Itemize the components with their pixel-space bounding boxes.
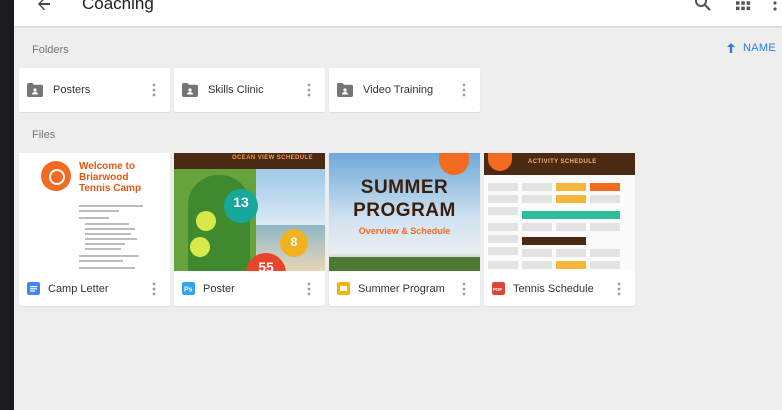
- file-name: Poster: [203, 282, 235, 295]
- arrow-up-icon: [727, 43, 735, 53]
- grid-view-icon[interactable]: [732, 0, 754, 14]
- letter-title: Welcome to Briarwood Tennis Camp: [79, 161, 142, 194]
- search-icon[interactable]: [692, 0, 714, 14]
- file-thumbnail: SUMMER PROGRAM Overview & Schedule: [329, 153, 480, 271]
- sort-by-name-button[interactable]: NAME: [726, 42, 776, 54]
- shared-folder-icon: [182, 83, 198, 97]
- app-bar: Coaching: [14, 0, 782, 26]
- folder-item[interactable]: Video Training: [329, 68, 480, 112]
- pdf-icon: PDF: [492, 282, 505, 295]
- more-vert-icon[interactable]: [768, 0, 782, 14]
- photoshop-icon: Ps: [182, 282, 195, 295]
- folder-more-icon[interactable]: [146, 82, 162, 98]
- page-title: Coaching: [82, 0, 154, 13]
- google-docs-icon: [27, 282, 40, 295]
- camp-logo: [41, 161, 71, 191]
- files-section-label: Files: [32, 129, 56, 141]
- folders-section-label: Folders: [32, 44, 69, 56]
- schedule-header: ACTIVITY SCHEDULE: [528, 159, 597, 165]
- file-name: Camp Letter: [48, 282, 109, 295]
- file-card[interactable]: OCEAN VIEW SCHEDULE 13 8 55 Ps Poster: [174, 153, 325, 306]
- folder-more-icon[interactable]: [301, 82, 317, 98]
- file-card[interactable]: SUMMER PROGRAM Overview & Schedule Summe…: [329, 153, 480, 306]
- file-more-icon[interactable]: [456, 281, 472, 297]
- file-more-icon[interactable]: [611, 281, 627, 297]
- poster-badge: 13: [224, 189, 258, 223]
- file-more-icon[interactable]: [301, 281, 317, 297]
- folder-more-icon[interactable]: [456, 82, 472, 98]
- svg-text:PDF: PDF: [493, 287, 502, 292]
- google-slides-icon: [337, 282, 350, 295]
- file-thumbnail: ACTIVITY SCHEDULE: [484, 153, 635, 271]
- file-card[interactable]: Welcome to Briarwood Tennis Camp Camp Le…: [19, 153, 170, 306]
- poster-header: OCEAN VIEW SCHEDULE: [232, 155, 313, 161]
- back-arrow-icon[interactable]: [32, 0, 56, 16]
- file-name: Summer Program: [358, 282, 445, 295]
- folder-name: Posters: [53, 84, 91, 96]
- svg-text:Ps: Ps: [184, 287, 193, 294]
- shared-folder-icon: [337, 83, 353, 97]
- folder-item[interactable]: Posters: [19, 68, 170, 112]
- file-name: Tennis Schedule: [513, 282, 594, 295]
- folder-name: Skills Clinic: [208, 84, 264, 96]
- folder-item[interactable]: Skills Clinic: [174, 68, 325, 112]
- sort-label: NAME: [743, 42, 776, 54]
- folder-name: Video Training: [363, 84, 434, 96]
- shared-folder-icon: [27, 83, 43, 97]
- file-thumbnail: Welcome to Briarwood Tennis Camp: [19, 153, 170, 271]
- drive-screen: Coaching Folders NAME Posters Skills Cli…: [14, 0, 782, 410]
- file-card[interactable]: ACTIVITY SCHEDULE PDF Tennis Schedule: [484, 153, 635, 306]
- poster-badge: 8: [280, 229, 308, 257]
- summer-title-line1: SUMMER: [360, 177, 449, 198]
- file-more-icon[interactable]: [146, 281, 162, 297]
- summer-subtitle: Overview & Schedule: [358, 226, 451, 236]
- summer-title-line2: PROGRAM: [353, 200, 456, 221]
- file-thumbnail: OCEAN VIEW SCHEDULE 13 8 55: [174, 153, 325, 271]
- camp-emblem: [439, 153, 469, 175]
